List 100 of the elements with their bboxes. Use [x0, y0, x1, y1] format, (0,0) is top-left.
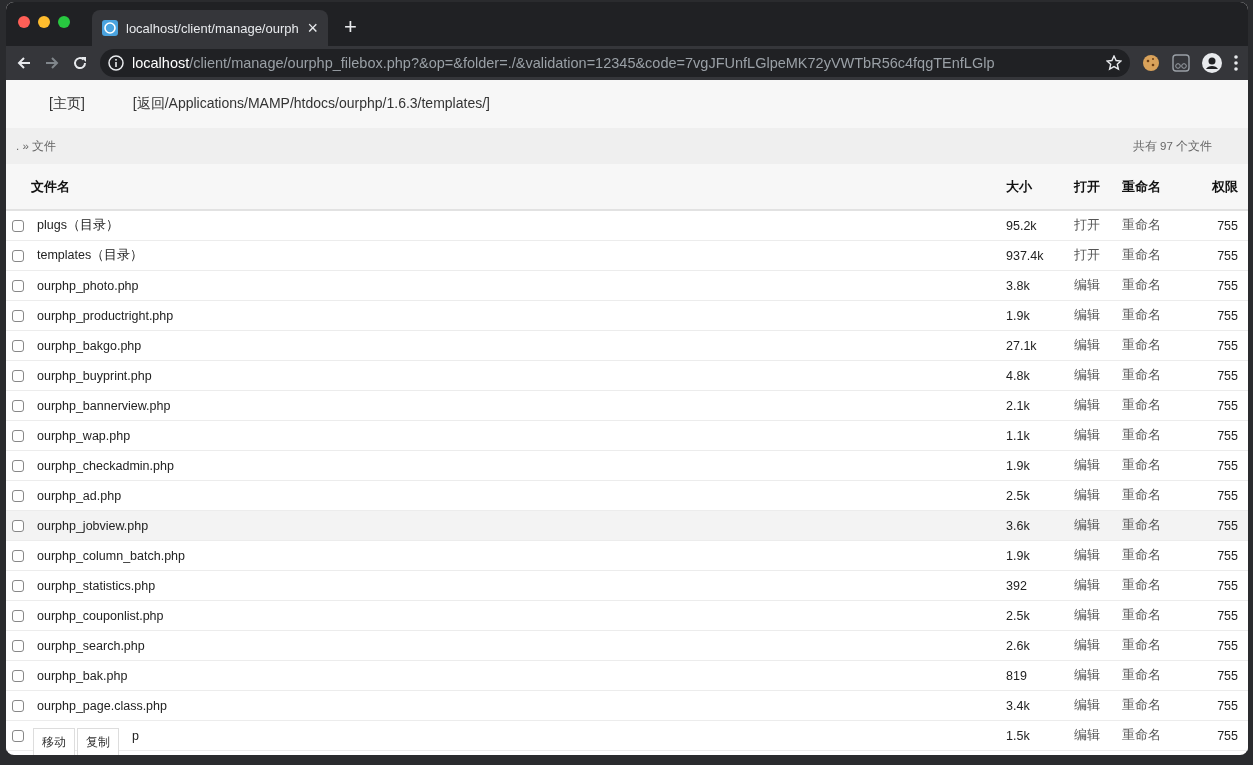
file-name[interactable]: ourphp_couponlist.php [37, 608, 1006, 623]
star-icon[interactable] [1106, 55, 1122, 71]
checkbox[interactable] [12, 639, 24, 652]
file-row[interactable]: ourphp_buyprint.php 4.8k 编辑 重命名 755 [6, 361, 1248, 391]
file-name[interactable]: ourphp_column_batch.php [37, 548, 1006, 563]
rename-link[interactable]: 重命名 [1122, 547, 1202, 564]
file-name[interactable]: ourphp_search.php [37, 638, 1006, 653]
checkbox[interactable] [12, 459, 24, 472]
file-row[interactable]: ourphp_photo.php 3.8k 编辑 重命名 755 [6, 271, 1248, 301]
open-link[interactable]: 编辑 [1074, 397, 1122, 414]
file-row[interactable]: ourphp_page.class.php 3.4k 编辑 重命名 755 [6, 691, 1248, 721]
file-name[interactable]: ourphp_checkadmin.php [37, 458, 1006, 473]
checkbox[interactable] [12, 549, 24, 562]
profile-icon[interactable] [1202, 53, 1222, 73]
rename-link[interactable]: 重命名 [1122, 667, 1202, 684]
rename-link[interactable]: 重命名 [1122, 607, 1202, 624]
open-link[interactable]: 编辑 [1074, 577, 1122, 594]
open-link[interactable]: 编辑 [1074, 667, 1122, 684]
checkbox[interactable] [12, 579, 24, 592]
browser-tab[interactable]: localhost/client/manage/ourph × [92, 10, 328, 46]
checkbox[interactable] [12, 219, 24, 232]
close-window-icon[interactable] [18, 16, 30, 28]
minimize-window-icon[interactable] [38, 16, 50, 28]
checkbox[interactable] [12, 669, 24, 682]
file-row[interactable]: ourphp_column_batch.php 1.9k 编辑 重命名 755 [6, 541, 1248, 571]
rename-link[interactable]: 重命名 [1122, 727, 1202, 744]
address-bar[interactable]: localhost/client/manage/ourphp_filebox.php?&op=&folder=./&validation=12345&code=7vgJFUnfLGlpeMK72yVWTbR56c4fqgTEnfLGlp [100, 49, 1130, 77]
checkbox[interactable] [12, 399, 24, 412]
rename-link[interactable]: 重命名 [1122, 277, 1202, 294]
checkbox[interactable] [12, 339, 24, 352]
rename-link[interactable]: 重命名 [1122, 427, 1202, 444]
open-link[interactable]: 编辑 [1074, 727, 1122, 744]
file-row[interactable]: ourphp_wap.php 1.1k 编辑 重命名 755 [6, 421, 1248, 451]
open-link[interactable]: 打开 [1074, 217, 1122, 234]
checkbox[interactable] [12, 309, 24, 322]
back-icon[interactable] [16, 55, 32, 71]
file-name[interactable]: p [132, 728, 139, 743]
open-link[interactable]: 编辑 [1074, 277, 1122, 294]
open-link[interactable]: 编辑 [1074, 307, 1122, 324]
open-link[interactable]: 编辑 [1074, 697, 1122, 714]
close-tab-button[interactable]: × [307, 17, 318, 39]
file-row[interactable]: ourphp_statistics.php 392 编辑 重命名 755 [6, 571, 1248, 601]
checkbox[interactable] [12, 249, 24, 262]
file-row[interactable]: ourphp_bak.php 819 编辑 重命名 755 [6, 661, 1248, 691]
rename-link[interactable]: 重命名 [1122, 307, 1202, 324]
file-name[interactable]: ourphp_statistics.php [37, 578, 1006, 593]
open-link[interactable]: 编辑 [1074, 427, 1122, 444]
checkbox[interactable] [12, 429, 24, 442]
file-row[interactable]: ourphp_checkadmin.php 1.9k 编辑 重命名 755 [6, 451, 1248, 481]
open-link[interactable]: 编辑 [1074, 607, 1122, 624]
file-row[interactable]: ourphp_bannerview.php 2.1k 编辑 重命名 755 [6, 391, 1248, 421]
menu-icon[interactable] [1234, 55, 1238, 71]
open-link[interactable]: 编辑 [1074, 637, 1122, 654]
file-row[interactable]: ourphp_search.php 2.6k 编辑 重命名 755 [6, 631, 1248, 661]
rename-link[interactable]: 重命名 [1122, 517, 1202, 534]
rename-link[interactable]: 重命名 [1122, 577, 1202, 594]
file-row[interactable]: ourphp_productright.php 1.9k 编辑 重命名 755 [6, 301, 1248, 331]
reload-icon[interactable] [72, 55, 88, 71]
file-name[interactable]: ourphp_bannerview.php [37, 398, 1006, 413]
file-name[interactable]: ourphp_jobview.php [37, 518, 1006, 533]
file-row[interactable]: ourphp_couponlist.php 2.5k 编辑 重命名 755 [6, 601, 1248, 631]
rename-link[interactable]: 重命名 [1122, 637, 1202, 654]
file-name[interactable]: ourphp_productright.php [37, 308, 1006, 323]
open-link[interactable]: 编辑 [1074, 517, 1122, 534]
forward-icon[interactable] [44, 55, 60, 71]
file-name[interactable]: templates（目录） [37, 247, 1006, 264]
open-link[interactable]: 编辑 [1074, 337, 1122, 354]
checkbox[interactable] [12, 519, 24, 532]
checkbox[interactable] [12, 369, 24, 382]
open-link[interactable]: 编辑 [1074, 457, 1122, 474]
file-row[interactable]: ourphp_bakgo.php 27.1k 编辑 重命名 755 [6, 331, 1248, 361]
rename-link[interactable]: 重命名 [1122, 337, 1202, 354]
rename-link[interactable]: 重命名 [1122, 367, 1202, 384]
file-row[interactable]: ourphp_jobview.php 3.6k 编辑 重命名 755 [6, 511, 1248, 541]
open-link[interactable]: 编辑 [1074, 367, 1122, 384]
glasses-icon[interactable] [1172, 54, 1190, 72]
home-link[interactable]: [主页] [49, 95, 85, 113]
open-link[interactable]: 打开 [1074, 247, 1122, 264]
file-row[interactable]: templates（目录） 937.4k 打开 重命名 755 [6, 241, 1248, 271]
file-name[interactable]: ourphp_wap.php [37, 428, 1006, 443]
rename-link[interactable]: 重命名 [1122, 247, 1202, 264]
new-tab-button[interactable]: + [338, 13, 363, 41]
open-link[interactable]: 编辑 [1074, 487, 1122, 504]
open-link[interactable]: 编辑 [1074, 547, 1122, 564]
file-name[interactable]: ourphp_page.class.php [37, 698, 1006, 713]
rename-link[interactable]: 重命名 [1122, 487, 1202, 504]
checkbox[interactable] [12, 279, 24, 292]
rename-link[interactable]: 重命名 [1122, 397, 1202, 414]
checkbox[interactable] [12, 609, 24, 622]
file-name[interactable]: ourphp_bakgo.php [37, 338, 1006, 353]
cookie-icon[interactable] [1142, 54, 1160, 72]
action-button[interactable]: 复制 [77, 728, 119, 755]
rename-link[interactable]: 重命名 [1122, 217, 1202, 234]
maximize-window-icon[interactable] [58, 16, 70, 28]
checkbox[interactable] [12, 729, 24, 742]
action-button[interactable]: 移动 [33, 728, 75, 755]
rename-link[interactable]: 重命名 [1122, 697, 1202, 714]
file-row[interactable]: plugs（目录） 95.2k 打开 重命名 755 [6, 211, 1248, 241]
rename-link[interactable]: 重命名 [1122, 457, 1202, 474]
file-name[interactable]: plugs（目录） [37, 217, 1006, 234]
